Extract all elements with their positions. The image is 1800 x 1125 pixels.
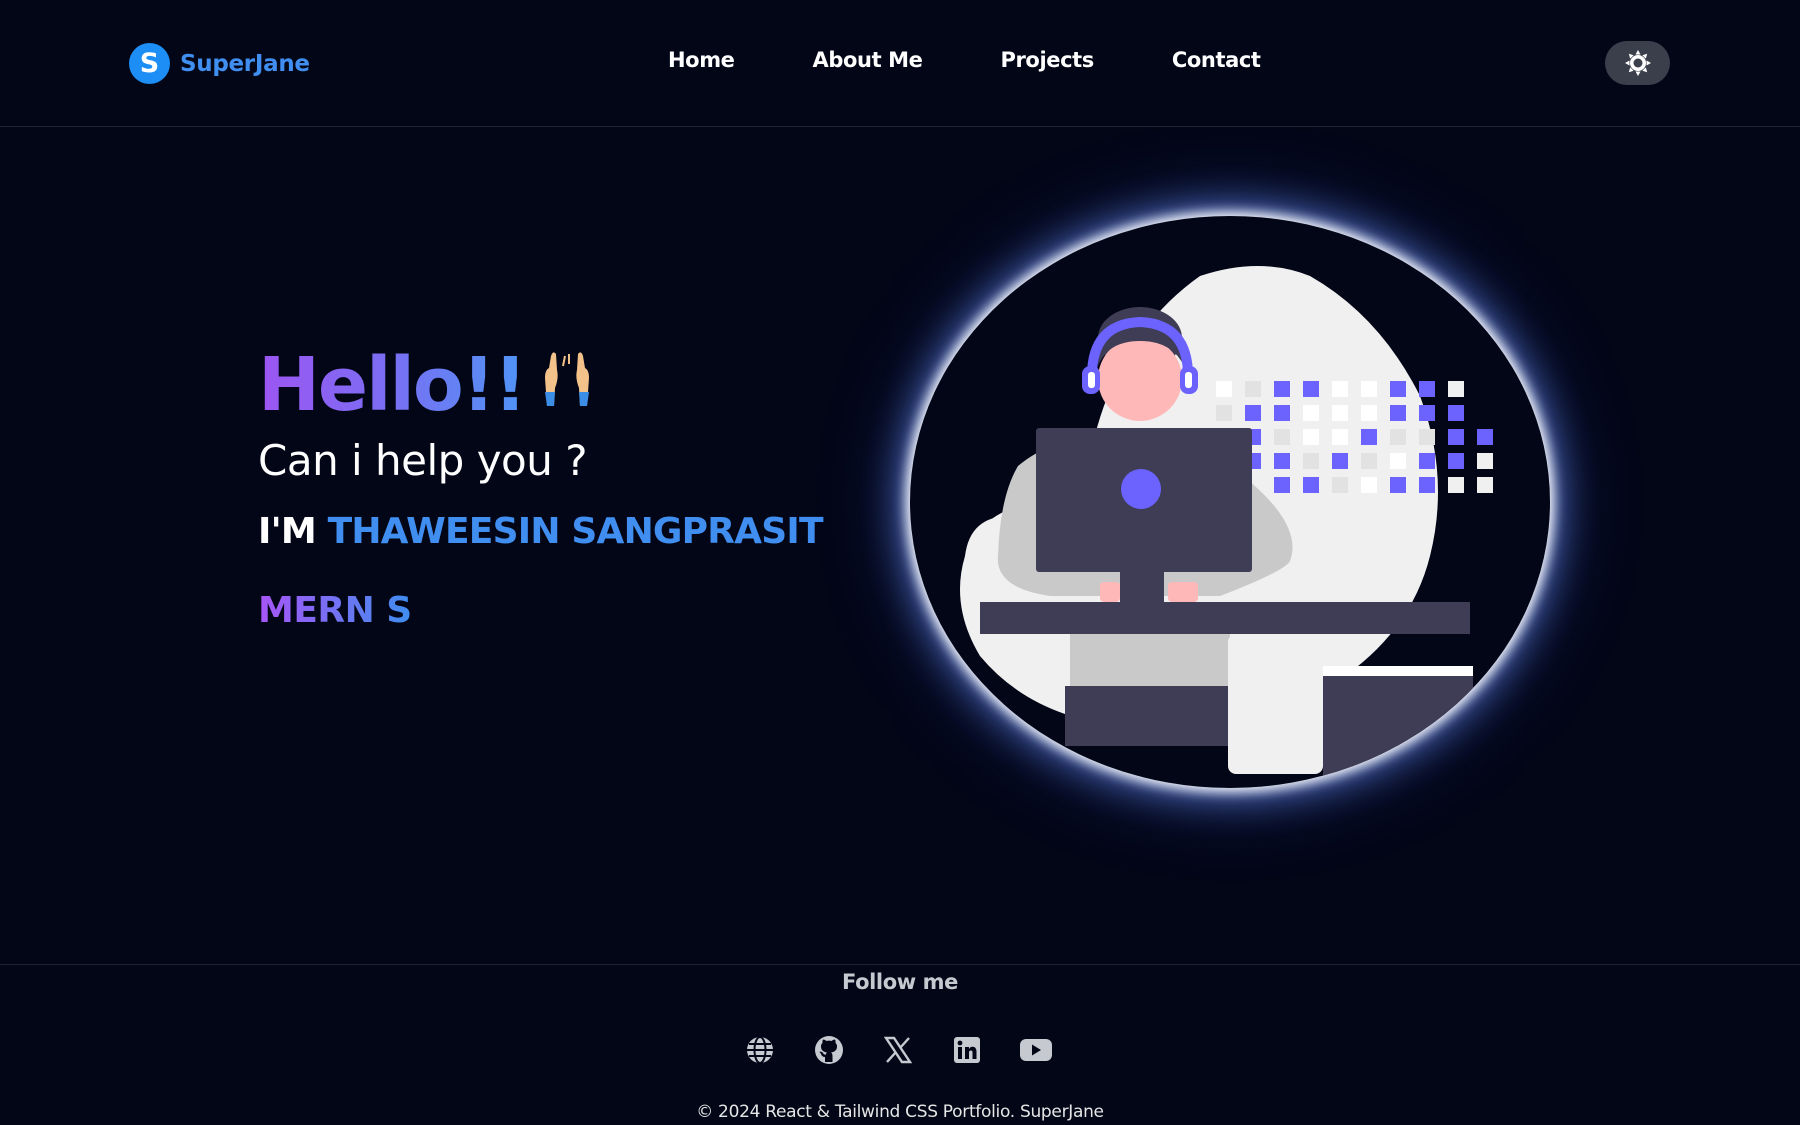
follow-me-label: Follow me <box>842 970 958 994</box>
hero-name-line: I'M THAWEESIN SANGPRASIT <box>258 511 824 552</box>
raising-hands-emoji-icon <box>545 352 590 406</box>
sun-icon <box>1624 50 1651 76</box>
copyright-text: © 2024 React & Tailwind CSS Portfolio. S… <box>696 1102 1104 1122</box>
im-prefix: I'M <box>258 511 317 552</box>
nav-link-home[interactable]: Home <box>668 48 735 72</box>
nav-links: Home About Me Projects Contact <box>668 48 1261 72</box>
hero-illustration <box>910 216 1550 788</box>
brand-logo-link[interactable]: S SuperJane <box>129 43 310 84</box>
footer-divider <box>0 964 1800 965</box>
brand-logo-icon: S <box>129 43 170 84</box>
social-links <box>742 1032 1054 1068</box>
greeting-text: Hello!! <box>258 342 527 428</box>
hero-name: THAWEESIN SANGPRASIT <box>327 511 824 552</box>
top-navbar: S SuperJane Home About Me Projects Conta… <box>0 0 1800 127</box>
globe-icon[interactable] <box>742 1032 778 1068</box>
x-twitter-icon[interactable] <box>880 1032 916 1068</box>
linkedin-icon[interactable] <box>949 1032 985 1068</box>
developer-at-computer-illustration <box>960 266 1493 786</box>
nav-link-contact[interactable]: Contact <box>1172 48 1261 72</box>
typed-role-text: MERN S <box>258 590 412 631</box>
theme-toggle-button[interactable] <box>1605 41 1670 85</box>
youtube-icon[interactable] <box>1018 1032 1054 1068</box>
github-icon[interactable] <box>811 1032 847 1068</box>
nav-link-projects[interactable]: Projects <box>1000 48 1094 72</box>
nav-link-about-me[interactable]: About Me <box>813 48 923 72</box>
brand-name: SuperJane <box>180 50 310 77</box>
hero-subtitle: Can i help you ? <box>258 436 588 485</box>
greeting: Hello!! <box>258 340 823 430</box>
hero-text: Hello!! Can i help you ? I'M THAWEESIN S… <box>258 340 824 631</box>
